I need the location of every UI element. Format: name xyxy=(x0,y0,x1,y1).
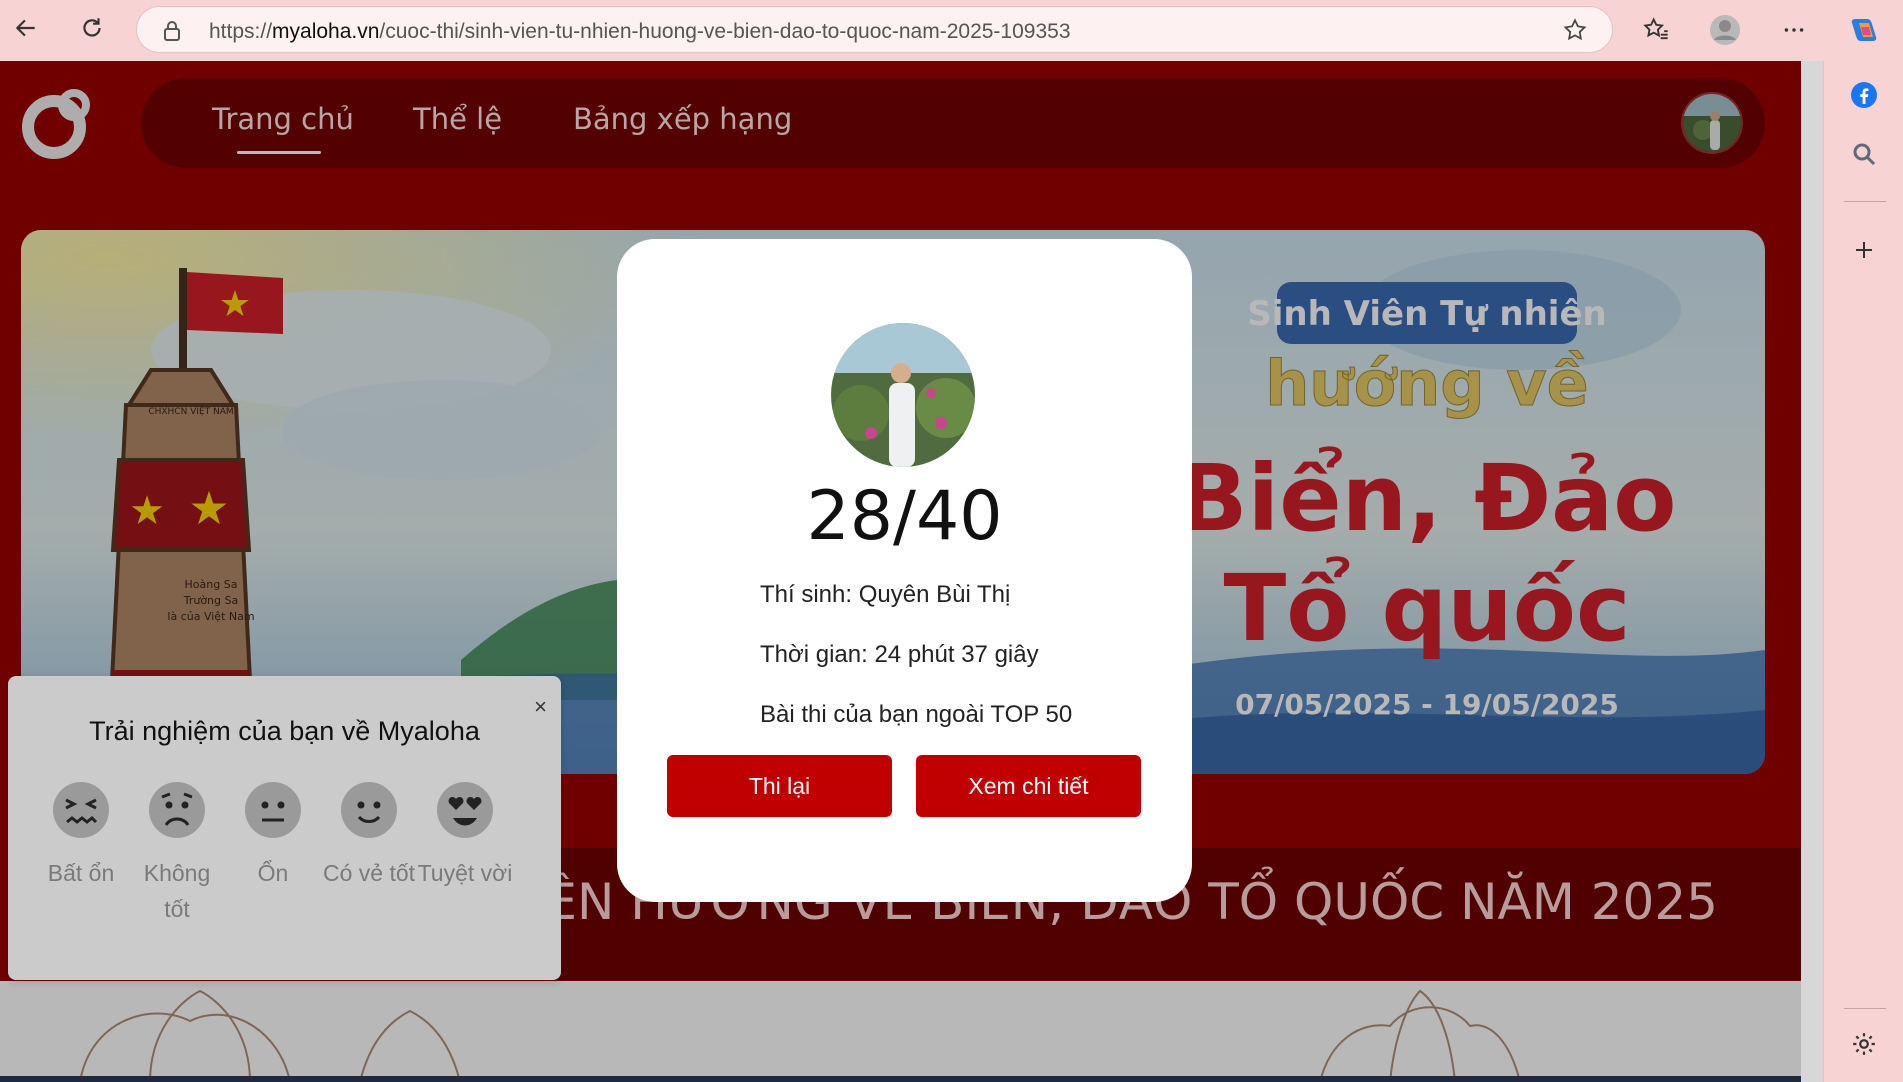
favorite-star-icon[interactable] xyxy=(1562,17,1588,43)
bottom-edge xyxy=(0,1076,1801,1082)
retry-button[interactable]: Thi lại xyxy=(667,755,892,817)
favorites-button[interactable] xyxy=(1636,10,1676,50)
browser-toolbar: https://myaloha.vn/cuoc-thi/sinh-vien-tu… xyxy=(0,0,1903,61)
profile-icon xyxy=(1710,15,1740,45)
contestant-name: Thí sinh: Quyên Bùi Thị xyxy=(760,581,1011,608)
feedback-option-seems-good[interactable]: Có vẻ tốt xyxy=(321,780,417,891)
url-domain: myaloha.vn xyxy=(272,20,380,43)
facebook-icon xyxy=(1851,82,1877,108)
elapsed-time: Thời gian: 24 phút 37 giây xyxy=(760,641,1039,668)
sidebar-divider-bottom xyxy=(1844,1008,1886,1009)
copilot-button[interactable] xyxy=(1844,10,1884,50)
sidebar-divider xyxy=(1844,201,1886,202)
confounded-face-icon xyxy=(53,782,109,838)
result-modal: 28/40 Thí sinh: Quyên Bùi Thị Thời gian:… xyxy=(617,239,1192,902)
add-sidebar-button[interactable] xyxy=(1844,230,1884,270)
neutral-face-icon xyxy=(245,782,301,838)
heart-eyes-icon xyxy=(437,782,493,838)
address-bar[interactable]: https://myaloha.vn/cuoc-thi/sinh-vien-tu… xyxy=(136,6,1613,53)
contestant-avatar xyxy=(831,323,975,467)
feedback-label-seems-good: Có vẻ tốt xyxy=(322,860,416,886)
feedback-label-not-good: Không tốt xyxy=(143,860,211,922)
profile-button[interactable] xyxy=(1705,10,1745,50)
favorites-icon xyxy=(1643,17,1668,40)
copilot-icon xyxy=(1851,19,1877,41)
lock-icon xyxy=(164,21,180,41)
score-value: 28/40 xyxy=(806,477,1003,556)
sidebar-settings-button[interactable] xyxy=(1844,1024,1884,1064)
facebook-sidebar-button[interactable] xyxy=(1844,75,1884,115)
search-icon xyxy=(1853,143,1876,166)
feedback-label-bad: Bất ổn xyxy=(47,860,115,886)
gear-icon xyxy=(1853,1033,1875,1055)
rank-note: Bài thi của bạn ngoài TOP 50 xyxy=(760,701,1073,728)
feedback-option-bad[interactable]: Bất ổn xyxy=(33,780,129,891)
slight-smile-icon xyxy=(341,782,397,838)
search-sidebar-button[interactable] xyxy=(1844,134,1884,174)
feedback-option-great[interactable]: Tuyệt vời xyxy=(417,780,513,891)
url-text: https://myaloha.vn/cuoc-thi/sinh-vien-tu… xyxy=(209,20,1071,44)
feedback-widget: × Trải nghiệm của bạn về Myaloha Bất ổn … xyxy=(8,676,561,980)
url-path: /cuoc-thi/sinh-vien-tu-nhien-huong-ve-bi… xyxy=(379,20,1071,43)
worried-face-icon xyxy=(149,782,205,838)
feedback-label-great: Tuyệt vời xyxy=(417,860,513,886)
more-dots-icon xyxy=(1784,28,1804,32)
back-arrow-icon xyxy=(15,19,35,37)
feedback-title: Trải nghiệm của bạn về Myaloha xyxy=(89,716,480,746)
browser-sidebar xyxy=(1823,61,1903,1082)
refresh-button[interactable] xyxy=(72,8,112,48)
plus-icon xyxy=(1856,242,1872,258)
page-scrollbar[interactable] xyxy=(1801,61,1823,1082)
url-scheme: https:// xyxy=(209,20,273,43)
more-menu-button[interactable] xyxy=(1774,10,1814,50)
feedback-label-ok: Ổn xyxy=(257,860,289,886)
feedback-option-not-good[interactable]: Không tốt xyxy=(129,780,225,927)
back-button[interactable] xyxy=(6,8,46,48)
view-details-button[interactable]: Xem chi tiết xyxy=(916,755,1141,817)
feedback-option-ok[interactable]: Ổn xyxy=(225,780,321,891)
refresh-icon xyxy=(83,18,101,37)
